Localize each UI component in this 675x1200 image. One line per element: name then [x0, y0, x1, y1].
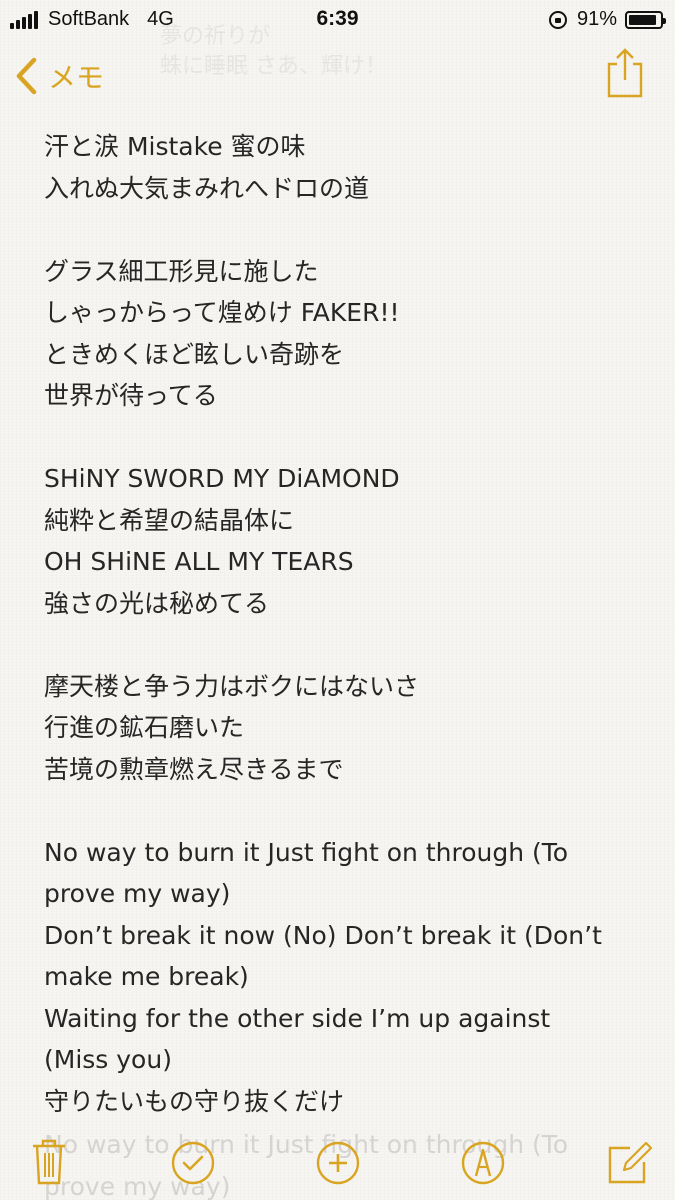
note-line: 摩天楼と争う力はボクにはないさ	[44, 671, 420, 701]
battery-icon	[625, 10, 666, 29]
compose-icon[interactable]	[604, 1136, 654, 1186]
note-line: グラス細工形見に施した	[44, 256, 319, 286]
back-label: メモ	[48, 61, 105, 94]
navigation-bar: 夢の祈りが 蛛に睡眠 さあ、輝け！ メモ	[0, 24, 675, 112]
note-line: Don’t break it now (No) Don’t break it (…	[44, 920, 602, 950]
battery-percent: 91%	[576, 8, 617, 30]
trash-icon[interactable]	[24, 1136, 74, 1186]
note-line: 世界が待ってる	[44, 381, 218, 410]
note-line: 行進の鉱石磨いた	[44, 713, 245, 742]
ghost-title-line-2: 蛛に睡眠 さあ、輝け！	[160, 54, 387, 79]
note-line: SHiNY SWORD MY DiAMOND	[44, 464, 400, 493]
back-button[interactable]: メモ	[14, 56, 104, 96]
note-line: しゃっからって煌めけ FAKER!!	[44, 298, 400, 327]
orientation-lock-icon	[548, 10, 567, 29]
chevron-left-icon	[16, 57, 37, 95]
bottom-toolbar	[0, 1128, 675, 1200]
checklist-icon[interactable]	[168, 1136, 218, 1186]
note-blank-line	[44, 209, 644, 251]
note-body[interactable]: 汗と涙 Mistake 蜜の味入れぬ大気まみれへドロの道 グラス細工形見に施したし…	[44, 126, 644, 1122]
status-right: 91%	[548, 8, 666, 31]
note-line: 汗と涙 Mistake 蜜の味	[44, 132, 306, 161]
markup-icon[interactable]	[458, 1136, 508, 1186]
note-line: No way to burn it Just fight on through …	[44, 837, 569, 867]
note-blank-line	[44, 417, 644, 459]
status-bar: SoftBank 4G 6:39 91%	[0, 0, 675, 40]
share-icon[interactable]	[605, 48, 645, 100]
note-line: Waiting for the other side I’m up agains…	[44, 1003, 551, 1033]
note-line: 純粋と希望の結晶体に	[44, 505, 295, 535]
note-line: 強さの光は秘めてる	[44, 588, 270, 618]
add-icon[interactable]	[313, 1136, 363, 1186]
note-line: OH SHiNE ALL MY TEARS	[44, 547, 354, 576]
note-line: ときめくほど眩しい奇跡を	[44, 339, 345, 369]
note-line: (Miss you)	[44, 1045, 172, 1074]
note-blank-line	[44, 624, 644, 666]
note-line: 苦境の勲章燃え尽きるまで	[44, 754, 344, 784]
note-line: 守りたいもの守り抜くだけ	[44, 1086, 345, 1116]
note-line: 入れぬ大気まみれへドロの道	[44, 173, 370, 203]
note-blank-line	[44, 790, 644, 832]
note-line: make me break)	[44, 962, 249, 991]
battery-fill	[629, 14, 657, 25]
note-line: prove my way)	[44, 879, 231, 908]
